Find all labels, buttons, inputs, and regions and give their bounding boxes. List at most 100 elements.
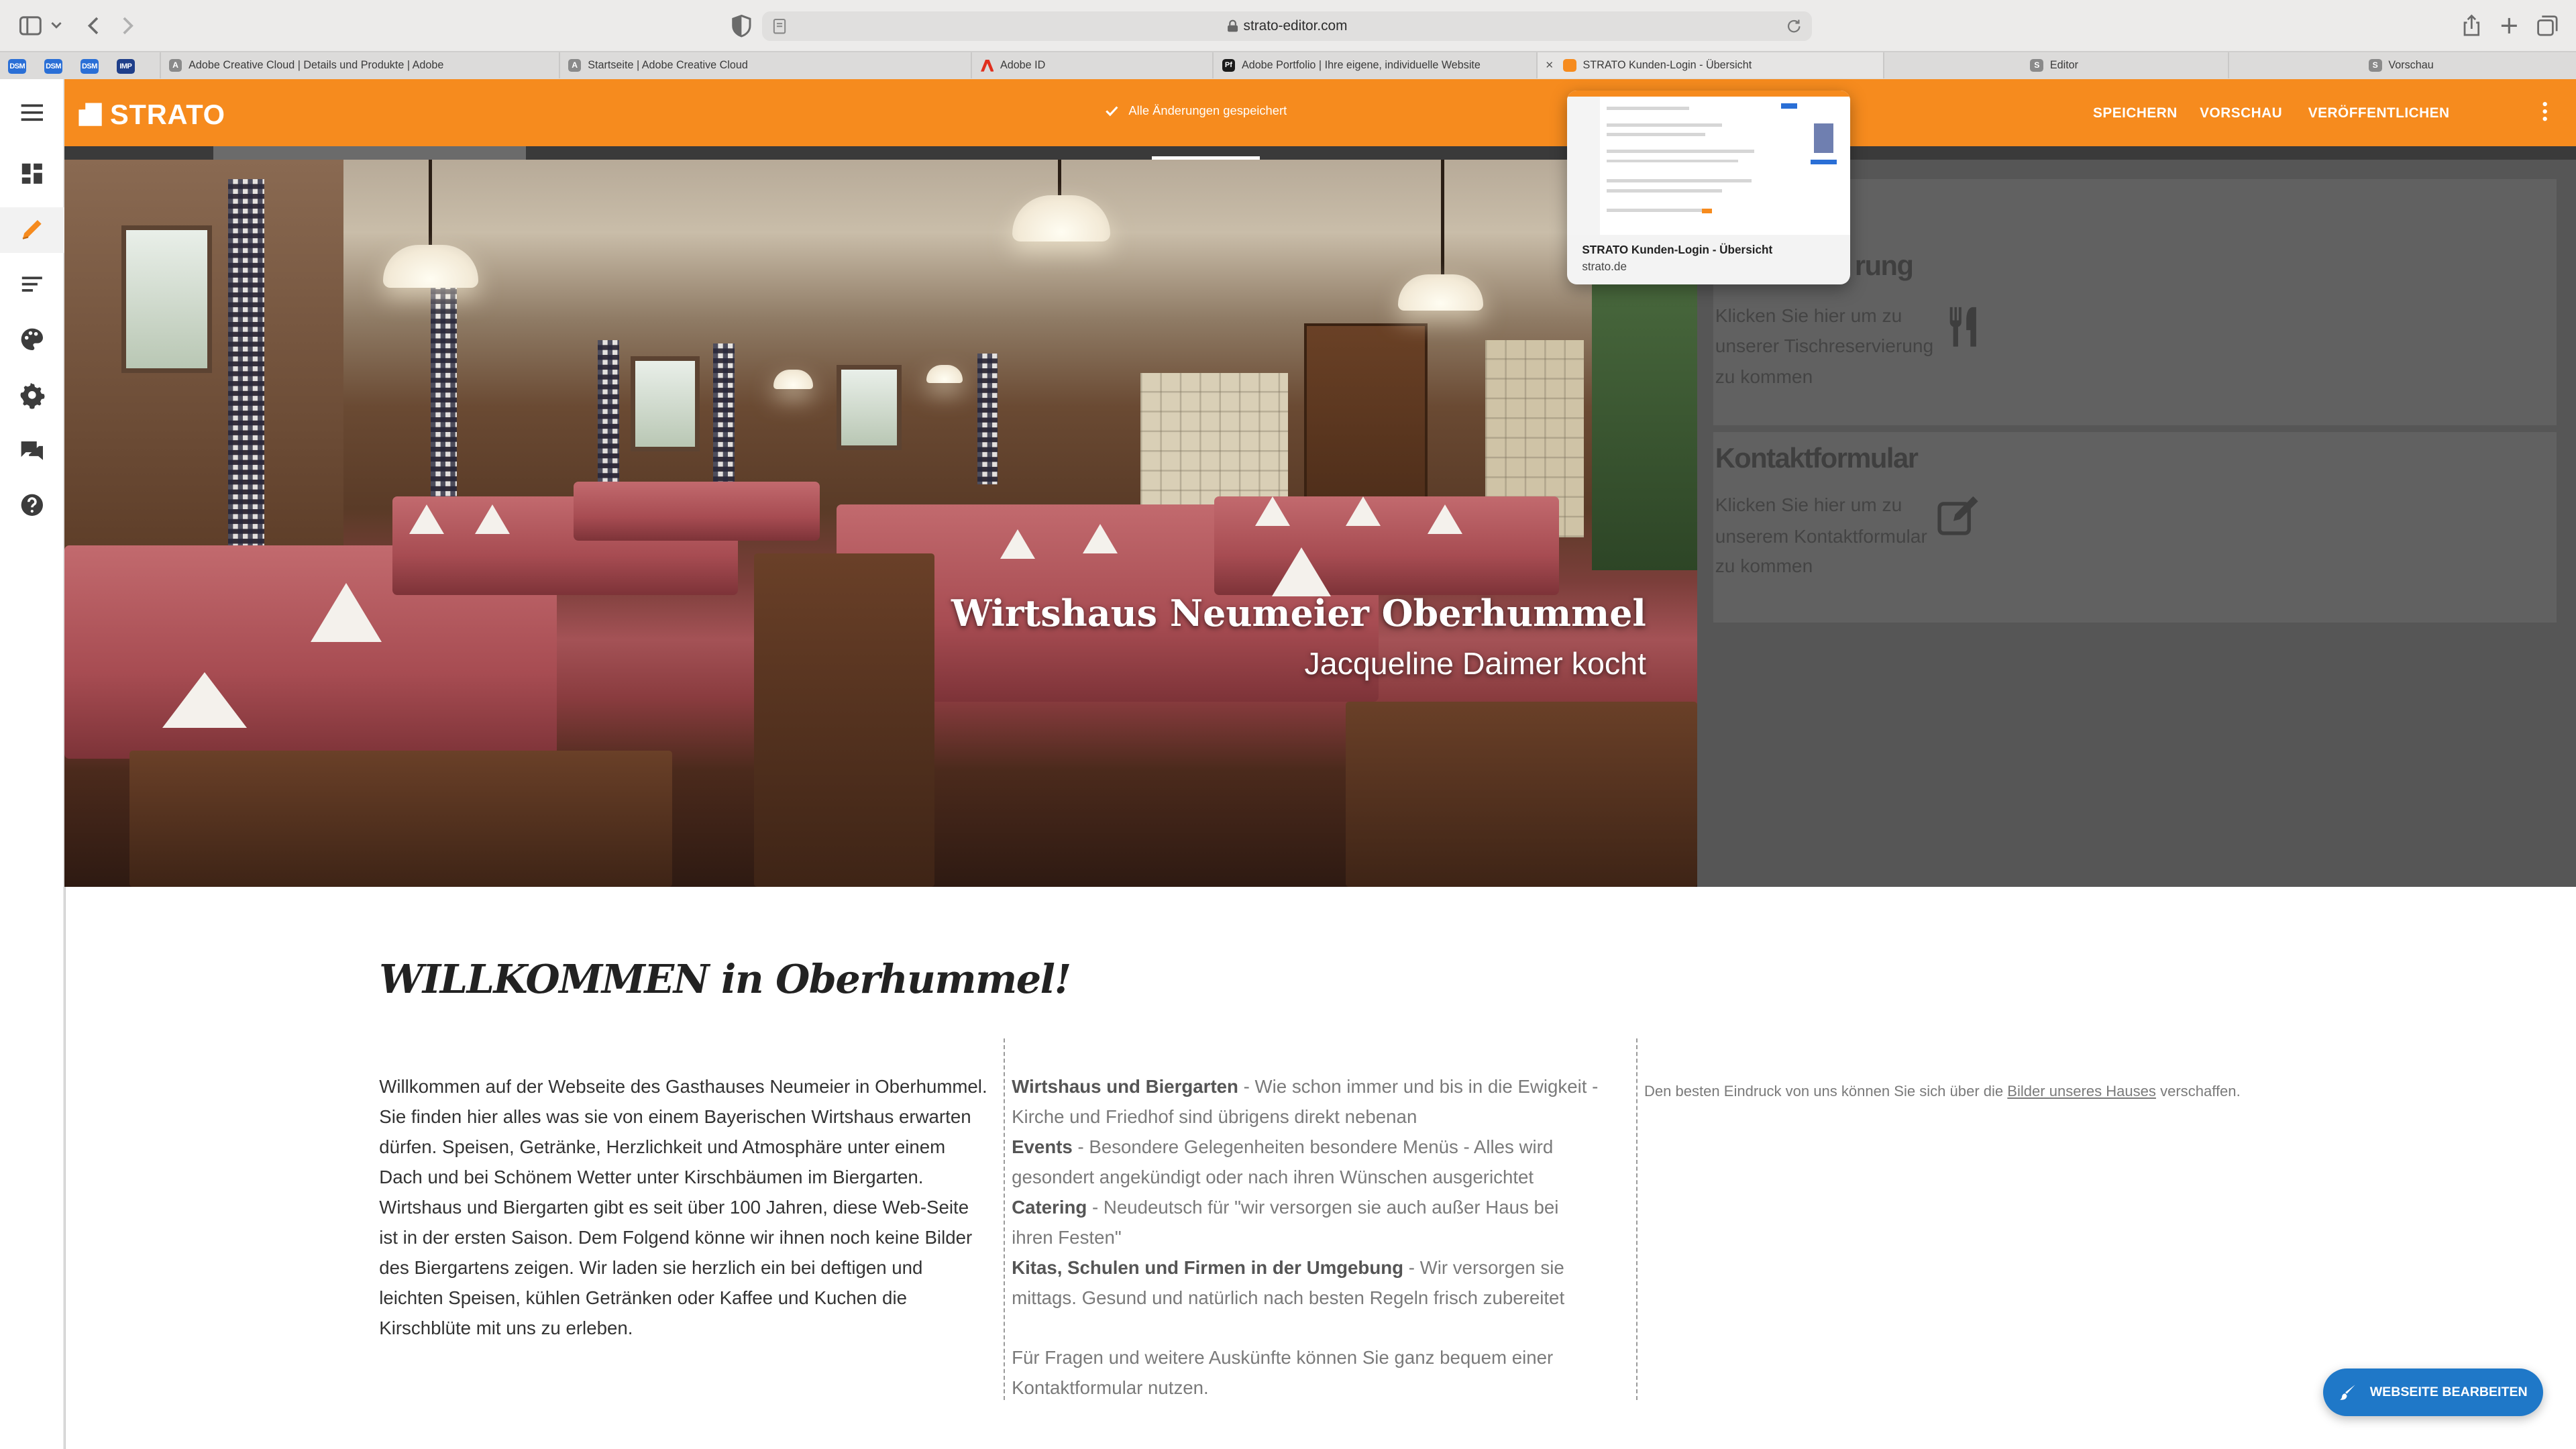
publish-button[interactable]: VERÖFFENTLICHEN <box>2308 105 2450 121</box>
back-arrow-icon[interactable] <box>82 13 107 38</box>
save-status-text: Alle Änderungen gespeichert <box>1128 103 1287 118</box>
tab-vorschau[interactable]: S Vorschau <box>2227 52 2576 79</box>
offer-title: Events <box>1012 1136 1073 1157</box>
folded-napkin <box>1000 529 1036 559</box>
tab-adobe-creative-cloud-details[interactable]: A Adobe Creative Cloud | Details und Pro… <box>159 52 495 79</box>
contact-card[interactable]: Kontaktformular Klicken Sie hier um zu u… <box>1713 432 2557 623</box>
dashboard-icon[interactable] <box>18 160 46 188</box>
tab-preview-popover[interactable]: STRATO Kunden-Login - Übersicht strato.d… <box>1567 90 1850 284</box>
offer-item: Events - Besondere Gelegenheiten besonde… <box>1012 1132 1603 1192</box>
offers-column: Wirtshaus und Biergarten - Wie schon imm… <box>1012 1071 1603 1403</box>
share-icon[interactable] <box>2459 13 2484 38</box>
checked-curtain <box>598 339 620 496</box>
strato-logo[interactable]: STRATO <box>77 99 225 131</box>
sidebar-toggle-icon[interactable] <box>18 13 43 38</box>
tab-editor[interactable]: S Editor <box>1882 52 2228 79</box>
favorite-dsm-3[interactable]: DSM <box>80 58 99 74</box>
lock-icon <box>1227 19 1238 33</box>
contact-card-title: Kontaktformular <box>1715 441 1919 474</box>
checked-curtain <box>228 178 265 557</box>
chevron-down-icon[interactable] <box>49 13 64 38</box>
offer-title: Kitas, Schulen und Firmen in der Umgebun… <box>1012 1257 1404 1279</box>
page-icon <box>772 18 787 34</box>
column-divider <box>1635 1038 1638 1400</box>
browser-toolbar: strato-editor.com <box>0 0 2576 51</box>
gear-icon[interactable] <box>18 381 46 409</box>
checked-curtain <box>712 343 735 492</box>
preview-button[interactable]: VORSCHAU <box>2200 105 2282 121</box>
table-red-cloth <box>573 481 820 541</box>
preview-ghost-tab <box>213 146 526 160</box>
lamp-cord <box>429 159 433 250</box>
tab-bar: DSM DSM DSM IMP A Adobe Creative Cloud |… <box>0 50 2576 79</box>
welcome-heading: WILLKOMMEN in Oberhummel! <box>379 956 1071 1003</box>
tab-label: Startseite | Adobe Creative Cloud <box>588 58 748 71</box>
help-icon[interactable] <box>18 491 46 519</box>
folded-napkin <box>409 504 444 534</box>
tab-favicon: S <box>2030 58 2044 72</box>
favorite-dsm-1[interactable]: DSM <box>8 58 27 74</box>
green-stove <box>1592 258 1697 570</box>
lamp-cord <box>1058 159 1062 201</box>
pencil-icon[interactable] <box>18 215 46 244</box>
offer-description: - Neudeutsch für "wir versorgen sie auch… <box>1012 1196 1559 1248</box>
chat-icon[interactable] <box>18 437 46 465</box>
palette-icon[interactable] <box>18 325 46 354</box>
wooden-bench <box>1345 701 1697 888</box>
tab-preview-title: STRATO Kunden-Login - Übersicht <box>1582 243 1773 257</box>
tab-label: Editor <box>2049 58 2079 71</box>
new-tab-icon[interactable] <box>2497 13 2522 38</box>
tab-label: Adobe ID <box>1000 58 1046 71</box>
wooden-bench <box>129 751 672 888</box>
tab-overview-icon[interactable] <box>2535 13 2560 38</box>
reservation-card-title: rung <box>1854 250 1914 282</box>
close-tab-icon[interactable]: × <box>1546 58 1553 73</box>
tab-adobe-portfolio[interactable]: Pf Adobe Portfolio | Ihre eigene, indivi… <box>1212 52 1536 79</box>
more-options-icon[interactable] <box>2535 100 2555 123</box>
folded-napkin <box>1428 504 1463 534</box>
column-divider <box>1003 1038 1005 1400</box>
tab-strato-kunden-login[interactable]: × STRATO Kunden-Login - Übersicht <box>1536 52 1883 79</box>
tab-label: Adobe Portfolio | Ihre eigene, individue… <box>1241 58 1481 71</box>
folded-napkin <box>310 583 382 643</box>
ceiling-lamp <box>1398 274 1484 311</box>
folded-napkin <box>474 504 510 534</box>
reload-icon[interactable] <box>1786 18 1802 34</box>
favorite-dsm-2[interactable]: DSM <box>44 58 63 74</box>
fork-knife-icon <box>1940 304 1986 350</box>
folded-napkin <box>1271 547 1331 596</box>
hero-subtitle: Jacqueline Daimer kocht <box>1304 646 1646 682</box>
checkmark-icon <box>1104 103 1119 118</box>
gallery-note-text: Den besten Eindruck von uns können Sie s… <box>1644 1083 2008 1100</box>
brush-icon <box>2339 1383 2357 1401</box>
window <box>836 364 902 450</box>
tab-preview-thumbnail <box>1567 90 1850 235</box>
folded-napkin <box>1345 496 1381 526</box>
text-lines-icon[interactable] <box>18 271 46 299</box>
window <box>631 356 700 452</box>
hero-image[interactable]: Wirtshaus Neumeier Oberhummel Jacqueline… <box>64 159 1697 888</box>
offer-item: Catering - Neudeutsch für "wir versorgen… <box>1012 1192 1603 1252</box>
card-text-line: zu kommen <box>1715 555 1813 576</box>
lamp-cord <box>1440 159 1444 278</box>
menu-icon[interactable] <box>18 99 46 127</box>
hero-title: Wirtshaus Neumeier Oberhummel <box>951 591 1646 635</box>
gallery-note-text: verschaffen. <box>2155 1083 2241 1100</box>
gallery-note: Den besten Eindruck von uns können Sie s… <box>1644 1076 2302 1106</box>
wall-panel <box>64 159 343 587</box>
tab-adobe-startseite[interactable]: A Startseite | Adobe Creative Cloud <box>558 52 840 79</box>
favorite-imp[interactable]: IMP <box>116 58 135 74</box>
save-button[interactable]: SPEICHERN <box>2093 105 2178 121</box>
privacy-shield-icon[interactable] <box>729 13 754 38</box>
edit-website-button[interactable]: WEBSEITE BEARBEITEN <box>2322 1368 2543 1417</box>
tab-adobe-id[interactable]: Adobe ID <box>971 52 1205 79</box>
offer-title: Wirtshaus und Biergarten <box>1012 1075 1238 1097</box>
offer-description: - Besondere Gelegenheiten besondere Menü… <box>1012 1136 1554 1187</box>
forward-arrow-icon[interactable] <box>115 13 140 38</box>
tab-favicon: Pf <box>1222 58 1236 72</box>
gallery-link[interactable]: Bilder unseres Hauses <box>2007 1083 2156 1099</box>
window <box>121 225 212 373</box>
card-text-line: Klicken Sie hier um zu <box>1715 494 1902 516</box>
contact-note: Für Fragen und weitere Auskünfte können … <box>1012 1347 1554 1399</box>
address-bar[interactable]: strato-editor.com <box>762 11 1813 42</box>
